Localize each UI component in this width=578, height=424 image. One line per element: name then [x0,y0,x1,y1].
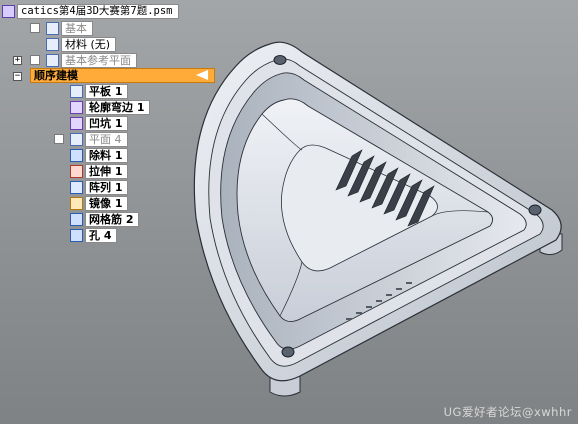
mirror-icon [70,197,83,210]
tree-item-material[interactable]: 材料 (无) [46,37,117,52]
plane-icon [46,54,59,67]
tree-item-feature[interactable]: 除料 1 [70,148,129,163]
tree-item-feature[interactable]: 凹坑 1 [70,116,129,131]
expand-ref-planes-toggle[interactable]: + [13,56,22,65]
active-arrow-icon [196,70,208,80]
tree-item-feature[interactable]: 镜像 1 [70,196,129,211]
base-icon [46,22,59,35]
tree-item-feature[interactable]: 平板 1 [70,84,129,99]
feature-tree: catics第4届3D大赛第7题.psm 基本 材料 (无) + 基本参考平面 … [0,0,230,250]
3d-viewport[interactable]: catics第4届3D大赛第7题.psm 基本 材料 (无) + 基本参考平面 … [0,0,578,424]
document-root[interactable]: catics第4届3D大赛第7题.psm [2,4,179,19]
base-checkbox[interactable] [30,23,40,33]
flange-plate-icon [70,85,83,98]
gusset-grid-icon [70,213,83,226]
sheet-metal-doc-icon [2,5,15,18]
tree-item-feature[interactable]: 轮廓弯边 1 [70,100,151,115]
dimple-icon [70,117,83,130]
plane4-checkbox[interactable] [54,134,64,144]
hole-icon [70,229,83,242]
pattern-icon [70,181,83,194]
tree-item-ordered-modeling[interactable]: 顺序建模 [30,68,215,83]
tree-item-feature[interactable]: 网格筋 2 [70,212,140,227]
material-table-icon [46,38,59,51]
tree-item-feature[interactable]: 阵列 1 [70,180,129,195]
watermark-text: UG爱好者论坛@xwhhr [443,405,572,419]
extrude-icon [70,165,83,178]
tree-item-base-ref-planes[interactable]: 基本参考平面 [46,53,137,68]
tree-item-base[interactable]: 基本 [46,21,93,36]
collapse-ordered-toggle[interactable]: − [13,72,22,81]
plane-icon [70,133,83,146]
tree-item-feature[interactable]: 孔 4 [70,228,118,243]
tree-item-feature[interactable]: 平面 4 [70,132,128,147]
cutout-icon [70,149,83,162]
ordered-modeling-label: 顺序建模 [30,68,215,83]
tree-item-feature[interactable]: 拉伸 1 [70,164,129,179]
contour-flange-icon [70,101,83,114]
ref-planes-checkbox[interactable] [30,55,40,65]
